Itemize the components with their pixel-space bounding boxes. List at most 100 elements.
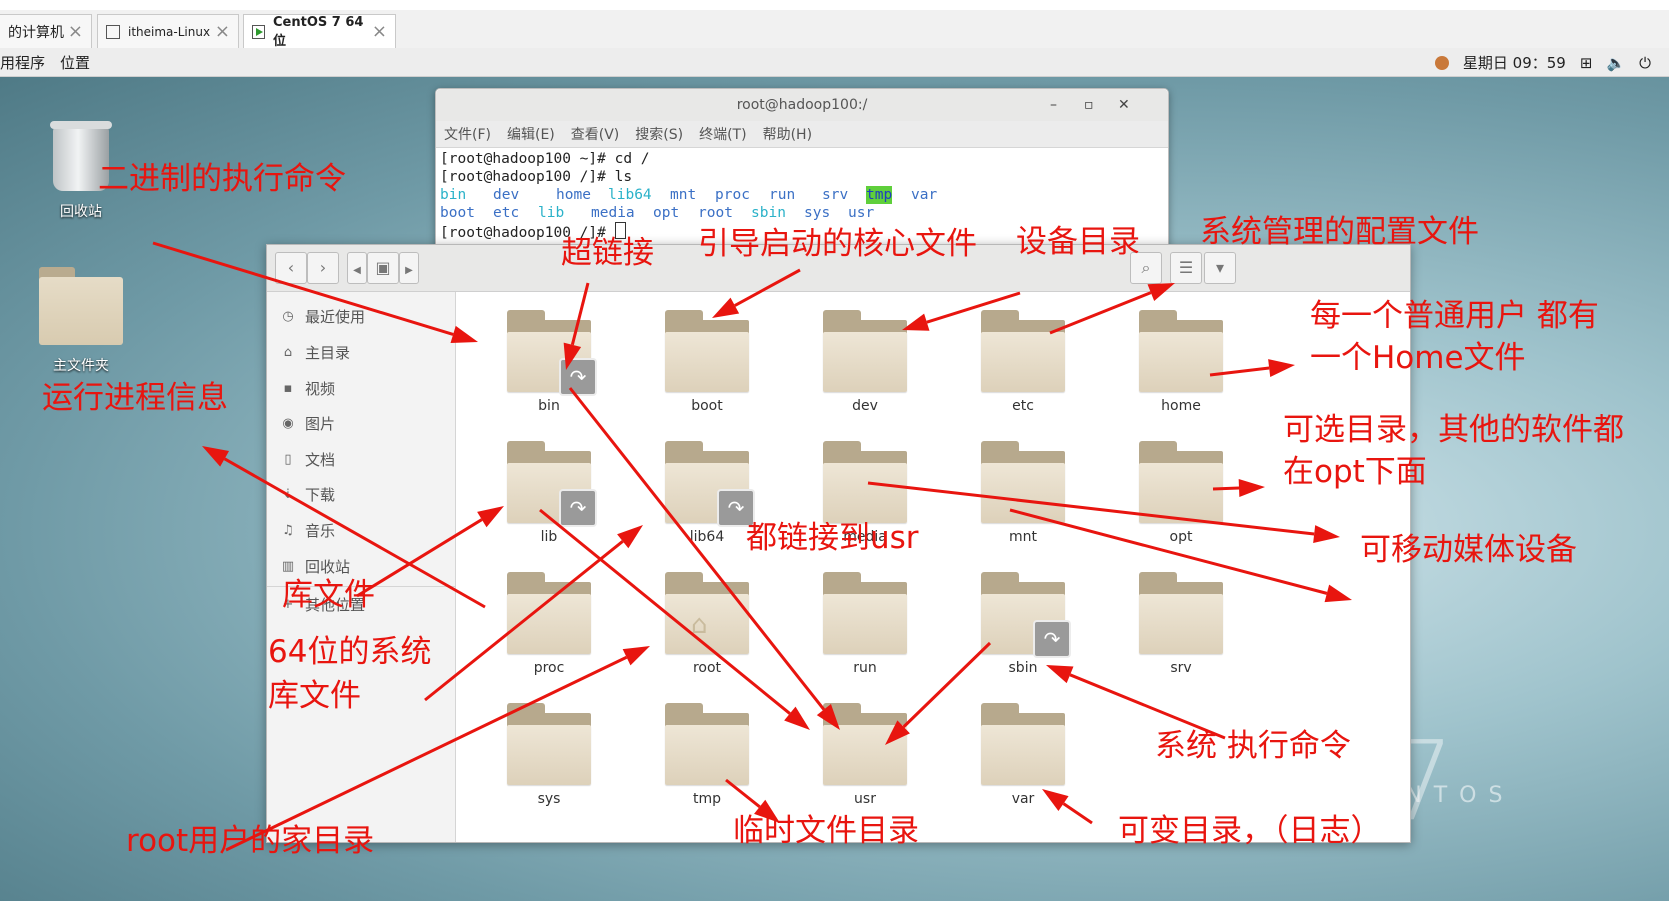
terminal-line: [root@hadoop100 /]# ls (440, 169, 633, 185)
folder-home[interactable]: home (1116, 310, 1246, 414)
sidebar-item-3[interactable]: ◉ 图片 (281, 413, 335, 434)
power-icon[interactable]: ⏻ (1639, 54, 1651, 72)
folder-bin[interactable]: ↷ bin (484, 310, 614, 414)
terminal-titlebar[interactable]: root@hadoop100:/ – ▫ ✕ (436, 89, 1168, 121)
folder-lib[interactable]: ↷ lib (484, 441, 614, 545)
vm-running-icon (252, 24, 265, 39)
places-sidebar: ◷ 最近使用 ⌂ 主目录 ▪ 视频 ◉ 图片 ▯ 文档 ⇣ 下载 ♫ 音乐 ▥ 回收站 + 其他位置 (267, 292, 456, 842)
folder-root[interactable]: ⌂ root (642, 572, 772, 676)
folder-boot[interactable]: boot (642, 310, 772, 414)
folder-var[interactable]: var (958, 703, 1088, 807)
menu-search[interactable]: 搜索(S) (635, 124, 683, 144)
home-icon: ⌂ (283, 345, 293, 360)
ls-output-row: bin dev home lib64 mnt proc run srv tmp … (440, 186, 1164, 204)
menu-help[interactable]: 帮助(H) (763, 124, 812, 144)
view-options-button[interactable]: ▾ (1204, 252, 1236, 284)
folder-tmp[interactable]: tmp (642, 703, 772, 807)
close-icon[interactable]: × (372, 21, 387, 42)
sidebar-item-1[interactable]: ⌂ 主目录 (281, 342, 350, 363)
symlink-icon: ↷ (559, 358, 597, 396)
ls-entry: lib (538, 205, 565, 221)
folder-name: srv (1170, 660, 1192, 676)
folder-usr[interactable]: usr (800, 703, 930, 807)
folder-etc[interactable]: etc (958, 310, 1088, 414)
folder-dev[interactable]: dev (800, 310, 930, 414)
folder-icon (823, 703, 907, 785)
sidebar-item-2[interactable]: ▪ 视频 (281, 378, 335, 399)
volume-icon[interactable]: 🔈 (1606, 54, 1625, 72)
ls-entry: usr (848, 205, 875, 221)
home-icon: ⌂ (691, 610, 708, 640)
folder-icon (981, 310, 1065, 392)
document-icon: ▯ (284, 452, 292, 467)
ls-entry: tmp (866, 186, 893, 204)
folder-opt[interactable]: opt (1116, 441, 1246, 545)
ls-entry: sys (804, 205, 831, 221)
sidebar-item-4[interactable]: ▯ 文档 (281, 449, 335, 470)
vm-tab-computer[interactable]: 的计算机 × (0, 14, 92, 48)
annotation-lib64-2: 库文件 (268, 678, 361, 714)
desktop-home-label: 主文件夹 (53, 358, 109, 374)
ls-entry: etc (493, 205, 520, 221)
video-icon: ▪ (283, 381, 293, 396)
folder-proc[interactable]: proc (484, 572, 614, 676)
back-button[interactable]: ‹ (275, 252, 307, 284)
folder-icon (1139, 572, 1223, 654)
menu-terminal[interactable]: 终端(T) (699, 124, 746, 144)
ls-entry: root (698, 205, 733, 221)
folder-name: tmp (692, 791, 721, 807)
user-icon[interactable] (1434, 55, 1449, 70)
menu-edit[interactable]: 编辑(E) (507, 124, 555, 144)
menu-view[interactable]: 查看(V) (571, 124, 620, 144)
clock[interactable]: 星期日 09：59 (1463, 52, 1566, 73)
annotation-lib64-1: 64位的系统 (268, 634, 432, 670)
sidebar-item-0[interactable]: ◷ 最近使用 (281, 306, 365, 327)
path-root-button[interactable]: ▣ (367, 252, 399, 284)
close-icon[interactable]: × (68, 21, 83, 42)
folder-srv[interactable]: srv (1116, 572, 1246, 676)
folder-icon (981, 703, 1065, 785)
path-right-button[interactable]: ▶ (399, 252, 419, 284)
network-icon[interactable]: ⊞ (1580, 54, 1593, 72)
forward-button[interactable]: › (307, 252, 339, 284)
sidebar-item-label: 最近使用 (305, 308, 366, 326)
ls-output-row: boot etc lib media opt root sbin sys usr (440, 204, 1164, 222)
annotation-bin: 二进制的执行命令 (98, 161, 346, 197)
sidebar-item-5[interactable]: ⇣ 下载 (281, 484, 335, 505)
sidebar-item-label: 音乐 (305, 522, 336, 540)
maximize-icon[interactable]: ▫ (1084, 89, 1094, 121)
vm-tab-itheima[interactable]: itheima-Linux × (97, 14, 239, 48)
folder-name: var (1011, 791, 1035, 807)
minimize-icon[interactable]: – (1050, 89, 1057, 121)
folder-icon: ↷ (665, 441, 755, 527)
folder-name: boot (691, 398, 723, 414)
sidebar-item-6[interactable]: ♫ 音乐 (281, 520, 335, 541)
triangle-left-icon: ◀ (353, 265, 361, 276)
sidebar-item-7[interactable]: ▥ 回收站 (281, 556, 350, 577)
desktop-home-folder[interactable]: 主文件夹 (26, 267, 136, 375)
folder-run[interactable]: run (800, 572, 930, 676)
sidebar-item-label: 主目录 (305, 344, 351, 362)
close-icon[interactable]: ✕ (1118, 89, 1130, 121)
folder-sys[interactable]: sys (484, 703, 614, 807)
places-menu[interactable]: 位置 (60, 52, 90, 73)
close-icon[interactable]: × (215, 21, 230, 42)
sidebar-item-label: 视频 (305, 380, 336, 398)
applications-menu[interactable]: 用程序 (0, 52, 45, 73)
ls-entry: bin (440, 187, 467, 203)
folder-sbin[interactable]: ↷ sbin (958, 572, 1088, 676)
terminal-line: [root@hadoop100 ~]# cd / (440, 151, 650, 167)
annotation-root: root用户的家目录 (126, 823, 375, 859)
ls-entry: home (556, 187, 591, 203)
folder-mnt[interactable]: mnt (958, 441, 1088, 545)
annotation-tmp: 临时文件目录 (733, 813, 919, 849)
path-left-button[interactable]: ◀ (347, 252, 367, 284)
annotation-usr: 都链接到usr (746, 520, 919, 556)
annotation-opt-2: 在opt下面 (1283, 454, 1427, 490)
view-toggle-button[interactable]: ☰ (1170, 252, 1202, 284)
vm-tab-centos[interactable]: CentOS 7 64 位 × (243, 14, 396, 49)
menu-file[interactable]: 文件(F) (444, 124, 491, 144)
folder-name: home (1161, 398, 1201, 414)
annotation-home-2: 一个Home文件 (1310, 340, 1526, 376)
annotation-sbin: 系统 执行命令 (1155, 728, 1351, 764)
